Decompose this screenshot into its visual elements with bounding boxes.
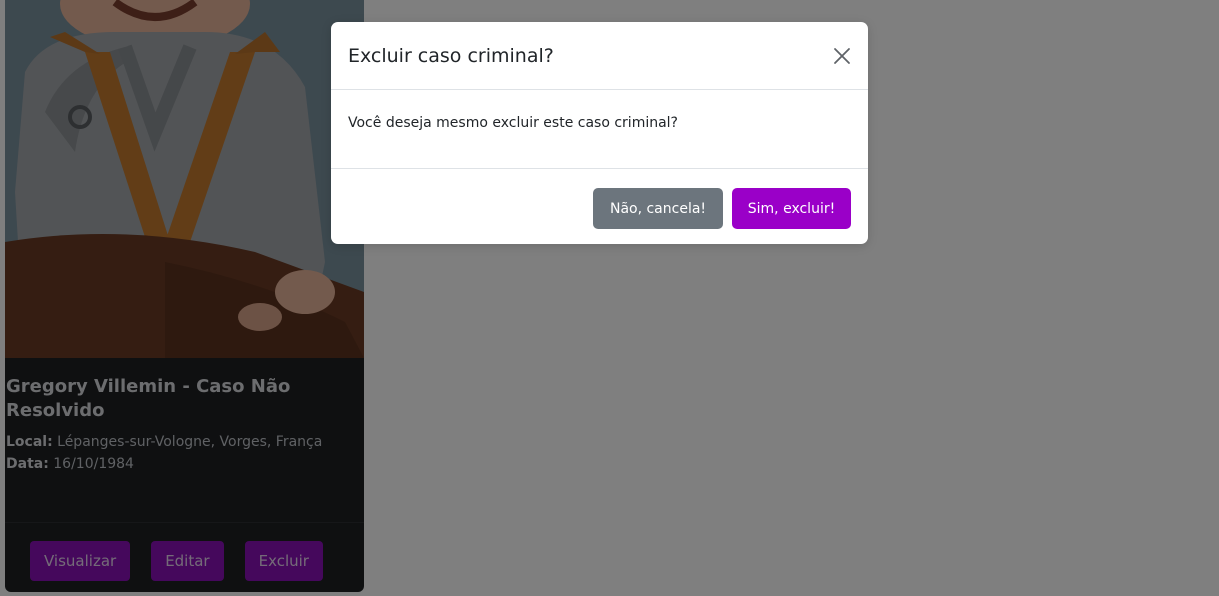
modal-footer: Não, cancela! Sim, excluir! [331,169,868,244]
delete-confirm-modal: Excluir caso criminal? Você deseja mesmo… [331,22,868,244]
modal-header: Excluir caso criminal? [331,22,868,90]
modal-message: Você deseja mesmo excluir este caso crim… [348,115,678,131]
confirm-delete-button[interactable]: Sim, excluir! [732,188,851,229]
modal-title: Excluir caso criminal? [348,45,554,67]
modal-body: Você deseja mesmo excluir este caso crim… [331,90,868,169]
close-button[interactable] [830,44,854,68]
close-icon [834,48,850,64]
cancel-button[interactable]: Não, cancela! [593,188,723,229]
